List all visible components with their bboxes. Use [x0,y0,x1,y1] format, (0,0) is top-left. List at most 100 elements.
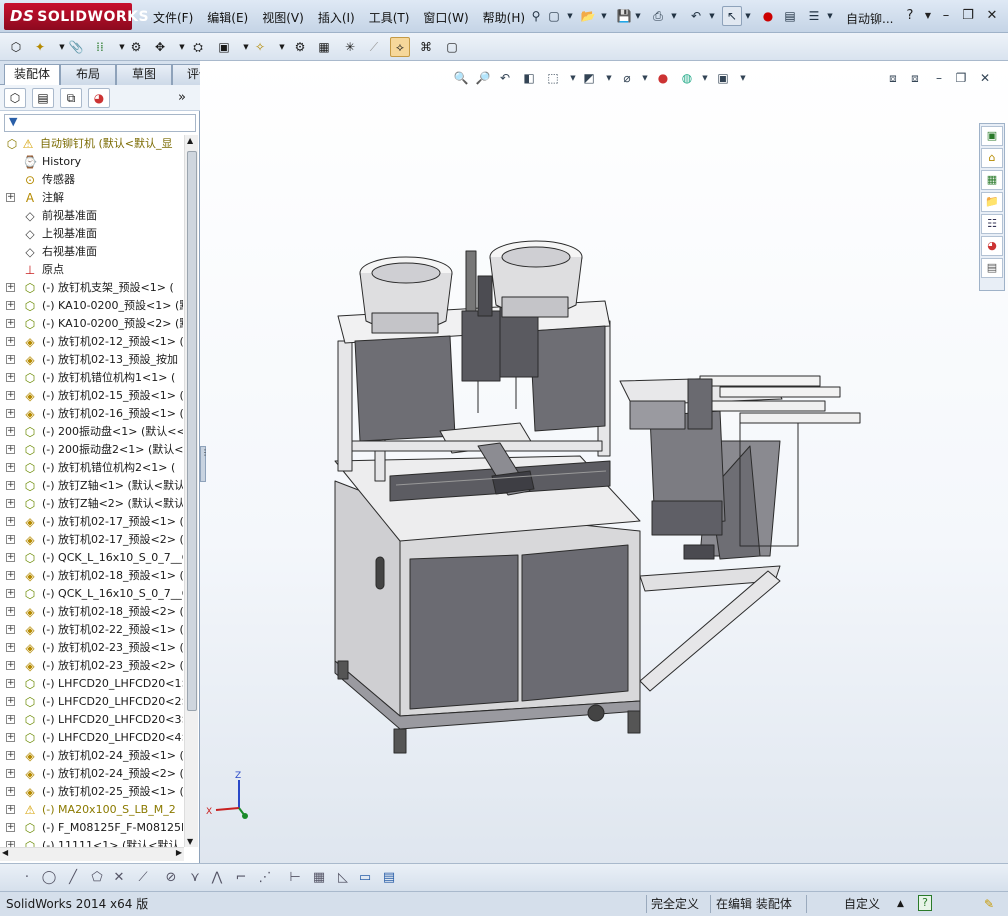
select-dropdown-arrow-icon[interactable]: ▼ [744,6,752,26]
tree-horizontal-scrollbar[interactable]: ◀ ▶ [0,847,184,861]
scroll-right-arrow-icon[interactable]: ▶ [176,848,182,857]
tree-item[interactable]: + ⬡ (-) 放钉机支架_预設<1> ( [0,279,183,297]
expand-toggle-icon[interactable]: + [6,571,15,580]
new-dropdown-arrow-icon[interactable]: ▼ [566,6,574,26]
appearances-icon[interactable]: ◕ [981,236,1003,256]
view-palette-icon[interactable]: ☷ [981,214,1003,234]
save-dropdown-arrow-icon[interactable]: ▼ [634,6,642,26]
new-motion-study-icon[interactable]: ⚙ [290,37,310,57]
assembly-features-icon[interactable]: ▣ [214,37,234,57]
tree-item[interactable]: + ◈ (-) 放钉机02-25_预設<1> ( [0,783,183,801]
expand-toggle-icon[interactable]: + [6,787,15,796]
tree-item[interactable]: + ◈ (-) 放钉机02-16_预設<1> ( [0,405,183,423]
tree-item[interactable]: ⌚ History [0,153,183,171]
tree-item[interactable]: + ⬡ (-) KA10-0200_预設<2> (默 [0,315,183,333]
tab-sketch[interactable]: 草图 [116,64,172,85]
print-icon[interactable]: ⎙ [648,6,668,26]
smart-fasteners-icon[interactable]: ⚙ [126,37,146,57]
expand-toggle-icon[interactable]: + [6,391,15,400]
menu-item-6[interactable]: 帮助(H) [476,9,532,27]
instant-3d-icon[interactable]: ⟡ [390,37,410,57]
tree-item[interactable]: + ⚠ (-) MA20x100_S_LB_M_2 [0,801,183,819]
reference-geometry-icon[interactable]: ✧ [250,37,270,57]
expand-toggle-icon[interactable]: + [6,751,15,760]
tree-item[interactable]: ◇ 前视基准面 [0,207,183,225]
tree-item[interactable]: + ◈ (-) 放钉机02-24_预設<1> ( [0,747,183,765]
tree-vertical-scrollbar[interactable]: ▲ ▼ [184,135,198,847]
expand-toggle-icon[interactable]: + [6,355,15,364]
expand-toggle-icon[interactable]: + [6,337,15,346]
configuration-manager-icon[interactable]: ⧉ [60,88,82,108]
solidworks-resources-icon[interactable]: ▣ [981,126,1003,146]
expand-toggle-icon[interactable]: + [6,319,15,328]
tree-item[interactable]: + ⬡ (-) 放钉Z轴<2> (默认<默认 [0,495,183,513]
tree-root-assembly[interactable]: ⬡ ⚠ 自动铆钉机 (默认<默认_显 [0,135,183,153]
exploded-view-icon[interactable]: ✳ [340,37,360,57]
help-dropdown-arrow-icon[interactable]: ▼ [918,7,938,25]
tree-item[interactable]: + ⬡ (-) 放钉机错位机构2<1> ( [0,459,183,477]
expand-toggle-icon[interactable]: + [6,625,15,634]
menu-item-5[interactable]: 窗口(W) [416,9,475,27]
expand-toggle-icon[interactable]: + [6,193,15,202]
tree-item[interactable]: + A 注解 [0,189,183,207]
tree-item[interactable]: + ◈ (-) 放钉机02-24_预設<2> ( [0,765,183,783]
notification-icon[interactable]: ✎ [984,892,994,916]
restore-icon[interactable]: ❐ [958,7,978,25]
scroll-up-arrow-icon[interactable]: ▲ [187,136,193,145]
fillet-icon[interactable]: ⋀ [208,869,226,887]
open-folder-icon[interactable]: 📂 [578,6,598,26]
tree-item[interactable]: + ⬡ (-) KA10-0200_预設<1> (默 [0,297,183,315]
explode-line-sketch-icon[interactable]: ⟋ [364,37,384,57]
new-part-icon[interactable]: ✦ [30,37,50,57]
expand-toggle-icon[interactable]: + [6,481,15,490]
point-icon[interactable]: · [18,869,36,887]
expand-toggle-icon[interactable]: + [6,553,15,562]
tree-item[interactable]: + ⬡ (-) QCK_L_16x10_S_0_7__Q [0,585,183,603]
custom-properties-icon[interactable]: ▤ [981,258,1003,278]
tree-item[interactable]: + ⬡ (-) 200振动盘<1> (默认<< [0,423,183,441]
tree-item[interactable]: + ◈ (-) 放钉机02-18_预設<1> ( [0,567,183,585]
expand-toggle-icon[interactable]: + [6,679,15,688]
expand-toggle-icon[interactable]: + [6,733,15,742]
circle-icon[interactable]: ◯ [40,869,58,887]
help-icon[interactable]: ? [900,7,920,25]
tree-item[interactable]: ◇ 上视基准面 [0,225,183,243]
tree-item[interactable]: + ⬡ (-) LHFCD20_LHFCD20<3> ( [0,711,183,729]
table-icon[interactable]: ▤ [380,869,398,887]
open-dropdown-arrow-icon[interactable]: ▼ [600,6,608,26]
corner-rectangle-icon[interactable]: ⌐ [232,869,250,887]
units-dropdown-arrow-icon[interactable]: ▲ [897,892,904,916]
expand-toggle-icon[interactable]: + [6,769,15,778]
expand-toggle-icon[interactable]: + [6,607,15,616]
triangle-icon[interactable]: ◺ [334,869,352,887]
snapshot-icon[interactable]: ▢ [442,37,462,57]
tree-item[interactable]: ⊙ 传感器 [0,171,183,189]
menu-item-1[interactable]: 编辑(E) [200,9,255,27]
options-dropdown-arrow-icon[interactable]: ▼ [826,6,834,26]
expand-toggle-icon[interactable]: + [6,823,15,832]
tree-item[interactable]: ◇ 右视基准面 [0,243,183,261]
expand-panel-chevron-icon[interactable]: » [178,90,186,105]
scroll-thumb[interactable] [187,151,197,711]
rebuild-traffic-light-icon[interactable]: ● [758,6,778,26]
status-units[interactable]: 自定义 [844,892,880,916]
expand-toggle-icon[interactable]: + [6,715,15,724]
new-document-icon[interactable]: ▢ [544,6,564,26]
tree-item[interactable]: + ⬡ (-) QCK_L_16x10_S_0_7__Q [0,549,183,567]
display-manager-icon[interactable]: ◕ [88,88,110,108]
menu-item-3[interactable]: 插入(I) [311,9,362,27]
scroll-left-arrow-icon[interactable]: ◀ [2,848,8,857]
tree-item[interactable]: + ⬡ (-) 放钉Z轴<1> (默认<默认 [0,477,183,495]
expand-toggle-icon[interactable]: + [6,661,15,670]
expand-toggle-icon[interactable]: + [6,589,15,598]
expand-toggle-icon[interactable]: + [6,697,15,706]
line-icon[interactable]: ╱ [64,869,82,887]
menu-item-0[interactable]: 文件(F) [146,9,200,27]
mate-icon[interactable]: 📎 [66,37,86,57]
tab-layout[interactable]: 布局 [60,64,116,85]
polygon-icon[interactable]: ⬠ [88,869,106,887]
insert-component-icon[interactable]: ⬡ [6,37,26,57]
tree-item[interactable]: + ◈ (-) 放钉机02-18_预設<2> ( [0,603,183,621]
tree-filter-field[interactable]: ▼ [4,114,196,132]
tree-item[interactable]: + ⬡ (-) LHFCD20_LHFCD20<4> ( [0,729,183,747]
